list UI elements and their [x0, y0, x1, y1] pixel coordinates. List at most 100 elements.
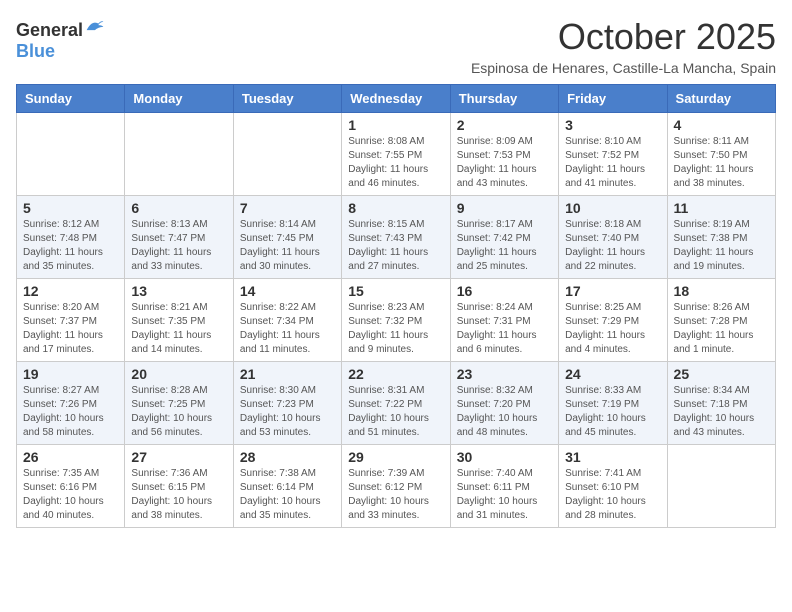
- day-info: Sunrise: 7:39 AM Sunset: 6:12 PM Dayligh…: [348, 467, 443, 523]
- day-info: Sunrise: 8:26 AM Sunset: 7:28 PM Dayligh…: [674, 301, 769, 357]
- month-title: October 2025: [471, 16, 776, 58]
- calendar-cell: 15Sunrise: 8:23 AM Sunset: 7:32 PM Dayli…: [342, 279, 450, 362]
- calendar-week-row: 26 Sunrise: 7:35 AM Sunset: 6:16 PM Dayli…: [17, 445, 776, 528]
- day-info: Sunrise: 8:09 AM Sunset: 7:53 PM Dayligh…: [457, 135, 552, 191]
- day-number: 23: [457, 366, 552, 382]
- day-info: Sunrise: 8:15 AM Sunset: 7:43 PM Dayligh…: [348, 218, 443, 274]
- day-number: 12: [23, 283, 118, 299]
- weekday-header-tuesday: Tuesday: [233, 85, 341, 113]
- day-number: 7: [240, 200, 335, 216]
- weekday-header-saturday: Saturday: [667, 85, 775, 113]
- calendar-cell: 9 Sunrise: 8:17 AM Sunset: 7:42 PM Daylig…: [450, 196, 558, 279]
- day-info: Sunrise: 8:13 AM Sunset: 7:47 PM Dayligh…: [131, 218, 226, 274]
- calendar-cell: 14 Sunrise: 8:22 AM Sunset: 7:34 PM Dayli…: [233, 279, 341, 362]
- day-info: Sunrise: 7:41 AM Sunset: 6:10 PM Dayligh…: [565, 467, 660, 523]
- calendar-cell: 11Sunrise: 8:19 AM Sunset: 7:38 PM Dayli…: [667, 196, 775, 279]
- calendar-cell: 22Sunrise: 8:31 AM Sunset: 7:22 PM Dayli…: [342, 362, 450, 445]
- day-info: Sunrise: 7:40 AM Sunset: 6:11 PM Dayligh…: [457, 467, 552, 523]
- day-number: 17: [565, 283, 660, 299]
- logo: General Blue: [16, 16, 105, 62]
- day-info: Sunrise: 8:08 AM Sunset: 7:55 PM Dayligh…: [348, 135, 443, 191]
- page-header: General Blue October 2025 Espinosa de He…: [16, 16, 776, 76]
- calendar-cell: 13 Sunrise: 8:21 AM Sunset: 7:35 PM Dayli…: [125, 279, 233, 362]
- day-info: Sunrise: 7:38 AM Sunset: 6:14 PM Dayligh…: [240, 467, 335, 523]
- calendar-cell: 3 Sunrise: 8:10 AM Sunset: 7:52 PM Daylig…: [559, 113, 667, 196]
- day-info: Sunrise: 8:24 AM Sunset: 7:31 PM Dayligh…: [457, 301, 552, 357]
- day-info: Sunrise: 8:21 AM Sunset: 7:35 PM Dayligh…: [131, 301, 226, 357]
- day-number: 10: [565, 200, 660, 216]
- day-info: Sunrise: 8:28 AM Sunset: 7:25 PM Dayligh…: [131, 384, 226, 440]
- day-info: Sunrise: 8:10 AM Sunset: 7:52 PM Dayligh…: [565, 135, 660, 191]
- day-info: Sunrise: 8:30 AM Sunset: 7:23 PM Dayligh…: [240, 384, 335, 440]
- weekday-header-thursday: Thursday: [450, 85, 558, 113]
- calendar-cell: 12Sunrise: 8:20 AM Sunset: 7:37 PM Dayli…: [17, 279, 125, 362]
- calendar-cell: 8 Sunrise: 8:15 AM Sunset: 7:43 PM Daylig…: [342, 196, 450, 279]
- day-number: 30: [457, 449, 552, 465]
- day-number: 4: [674, 117, 769, 133]
- day-number: 21: [240, 366, 335, 382]
- title-block: October 2025 Espinosa de Henares, Castil…: [471, 16, 776, 76]
- calendar-cell: 29Sunrise: 7:39 AM Sunset: 6:12 PM Dayli…: [342, 445, 450, 528]
- calendar-cell: 5Sunrise: 8:12 AM Sunset: 7:48 PM Daylig…: [17, 196, 125, 279]
- calendar-cell: [233, 113, 341, 196]
- day-number: 13: [131, 283, 226, 299]
- weekday-header-friday: Friday: [559, 85, 667, 113]
- calendar-week-row: 5Sunrise: 8:12 AM Sunset: 7:48 PM Daylig…: [17, 196, 776, 279]
- day-info: Sunrise: 7:35 AM Sunset: 6:16 PM Dayligh…: [23, 467, 118, 523]
- calendar-cell: [667, 445, 775, 528]
- calendar-cell: 18 Sunrise: 8:26 AM Sunset: 7:28 PM Dayli…: [667, 279, 775, 362]
- weekday-header-row: SundayMondayTuesdayWednesdayThursdayFrid…: [17, 85, 776, 113]
- calendar-cell: 24 Sunrise: 8:33 AM Sunset: 7:19 PM Dayli…: [559, 362, 667, 445]
- calendar-cell: 30 Sunrise: 7:40 AM Sunset: 6:11 PM Dayli…: [450, 445, 558, 528]
- day-info: Sunrise: 8:17 AM Sunset: 7:42 PM Dayligh…: [457, 218, 552, 274]
- calendar-cell: 23 Sunrise: 8:32 AM Sunset: 7:20 PM Dayli…: [450, 362, 558, 445]
- calendar-cell: 25Sunrise: 8:34 AM Sunset: 7:18 PM Dayli…: [667, 362, 775, 445]
- logo-bird-icon: [85, 16, 105, 36]
- calendar-cell: 7 Sunrise: 8:14 AM Sunset: 7:45 PM Daylig…: [233, 196, 341, 279]
- calendar-cell: 20Sunrise: 8:28 AM Sunset: 7:25 PM Dayli…: [125, 362, 233, 445]
- day-number: 9: [457, 200, 552, 216]
- day-number: 14: [240, 283, 335, 299]
- calendar-cell: 28Sunrise: 7:38 AM Sunset: 6:14 PM Dayli…: [233, 445, 341, 528]
- calendar-cell: 10Sunrise: 8:18 AM Sunset: 7:40 PM Dayli…: [559, 196, 667, 279]
- day-number: 24: [565, 366, 660, 382]
- day-number: 6: [131, 200, 226, 216]
- day-number: 5: [23, 200, 118, 216]
- calendar-cell: 4 Sunrise: 8:11 AM Sunset: 7:50 PM Daylig…: [667, 113, 775, 196]
- day-number: 27: [131, 449, 226, 465]
- day-info: Sunrise: 8:33 AM Sunset: 7:19 PM Dayligh…: [565, 384, 660, 440]
- calendar-cell: 31 Sunrise: 7:41 AM Sunset: 6:10 PM Dayli…: [559, 445, 667, 528]
- day-number: 16: [457, 283, 552, 299]
- calendar-cell: 17 Sunrise: 8:25 AM Sunset: 7:29 PM Dayli…: [559, 279, 667, 362]
- weekday-header-sunday: Sunday: [17, 85, 125, 113]
- day-info: Sunrise: 8:14 AM Sunset: 7:45 PM Dayligh…: [240, 218, 335, 274]
- day-info: Sunrise: 8:11 AM Sunset: 7:50 PM Dayligh…: [674, 135, 769, 191]
- day-number: 3: [565, 117, 660, 133]
- day-number: 22: [348, 366, 443, 382]
- calendar-cell: 2 Sunrise: 8:09 AM Sunset: 7:53 PM Daylig…: [450, 113, 558, 196]
- location-subtitle: Espinosa de Henares, Castille-La Mancha,…: [471, 60, 776, 76]
- day-info: Sunrise: 8:27 AM Sunset: 7:26 PM Dayligh…: [23, 384, 118, 440]
- day-number: 26: [23, 449, 118, 465]
- day-info: Sunrise: 8:25 AM Sunset: 7:29 PM Dayligh…: [565, 301, 660, 357]
- day-info: Sunrise: 8:34 AM Sunset: 7:18 PM Dayligh…: [674, 384, 769, 440]
- day-number: 8: [348, 200, 443, 216]
- day-number: 18: [674, 283, 769, 299]
- day-info: Sunrise: 8:22 AM Sunset: 7:34 PM Dayligh…: [240, 301, 335, 357]
- calendar-cell: 27 Sunrise: 7:36 AM Sunset: 6:15 PM Dayli…: [125, 445, 233, 528]
- day-number: 31: [565, 449, 660, 465]
- day-info: Sunrise: 7:36 AM Sunset: 6:15 PM Dayligh…: [131, 467, 226, 523]
- calendar-cell: 19Sunrise: 8:27 AM Sunset: 7:26 PM Dayli…: [17, 362, 125, 445]
- calendar-week-row: 1 Sunrise: 8:08 AM Sunset: 7:55 PM Daylig…: [17, 113, 776, 196]
- day-number: 1: [348, 117, 443, 133]
- calendar-week-row: 19Sunrise: 8:27 AM Sunset: 7:26 PM Dayli…: [17, 362, 776, 445]
- calendar-cell: 6 Sunrise: 8:13 AM Sunset: 7:47 PM Daylig…: [125, 196, 233, 279]
- logo-general: General: [16, 20, 83, 40]
- day-number: 2: [457, 117, 552, 133]
- calendar-cell: 16 Sunrise: 8:24 AM Sunset: 7:31 PM Dayli…: [450, 279, 558, 362]
- calendar-cell: 1 Sunrise: 8:08 AM Sunset: 7:55 PM Daylig…: [342, 113, 450, 196]
- weekday-header-monday: Monday: [125, 85, 233, 113]
- day-number: 11: [674, 200, 769, 216]
- weekday-header-wednesday: Wednesday: [342, 85, 450, 113]
- day-info: Sunrise: 8:32 AM Sunset: 7:20 PM Dayligh…: [457, 384, 552, 440]
